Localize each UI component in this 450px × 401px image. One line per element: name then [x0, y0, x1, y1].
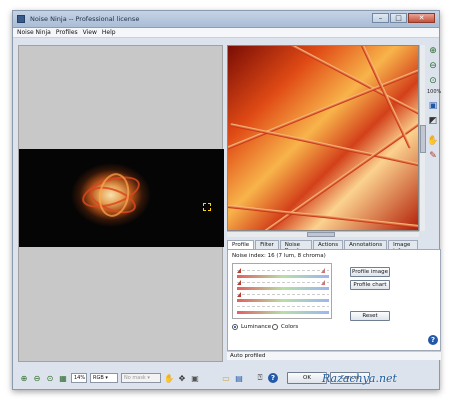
image-tube [230, 123, 418, 172]
zoom-out-icon[interactable]: ⊖ [427, 60, 439, 72]
save-icon[interactable]: ▤ [234, 373, 244, 383]
menu-help[interactable]: Help [102, 29, 116, 36]
tab-filter[interactable]: Filter [255, 240, 279, 249]
menu-noise-ninja[interactable]: Noise Ninja [17, 29, 51, 36]
colors-label: Colors [281, 324, 299, 330]
image-tube [324, 46, 412, 149]
zoom-fit-icon[interactable]: ⊙ [45, 373, 55, 383]
profile-panel: Noise index: 16 (7 lum, 8 chroma) Profil… [227, 249, 441, 351]
window-title: Noise Ninja -- Professional license [30, 15, 140, 23]
tab-actions[interactable]: Actions [313, 240, 344, 249]
menu-profiles[interactable]: Profiles [56, 29, 78, 36]
zoom-out-icon[interactable]: ⊖ [32, 373, 42, 383]
mask-select[interactable]: No mask ▾ [121, 373, 161, 383]
close-button[interactable]: ✕ [408, 13, 435, 23]
fit-window-icon[interactable]: ▦ [58, 373, 68, 383]
mask-value: No mask [124, 375, 146, 381]
overview-pane[interactable] [18, 45, 224, 362]
tab-profile[interactable]: Profile [227, 240, 255, 249]
profile-chart-button[interactable]: Profile chart [350, 280, 390, 290]
zoom-level: 100% [427, 89, 442, 95]
context-help-icon[interactable]: ⍰ [255, 373, 265, 383]
help-icon[interactable]: ? [268, 373, 278, 383]
zoom-fit-icon[interactable]: ⊙ [427, 75, 439, 87]
color-mode-select[interactable]: RGB ▾ [90, 373, 118, 383]
reset-button[interactable]: Reset [350, 311, 390, 321]
help-icon[interactable]: ? [428, 335, 438, 345]
graph-gridline [237, 306, 329, 307]
hand-icon[interactable]: ✋ [164, 373, 174, 383]
ok-button[interactable]: OK [287, 372, 327, 384]
zoom-percent-field[interactable]: 14% [71, 373, 87, 383]
graph-color-band [237, 299, 329, 302]
preview-toggle-icon[interactable]: ▣ [190, 373, 200, 383]
noise-index-label: Noise index: 16 (7 lum, 8 chroma) [232, 253, 326, 259]
color-mode-value: RGB [93, 375, 104, 381]
watermark: Razachya.net [322, 372, 397, 385]
graph-marker[interactable] [237, 280, 241, 285]
graph-color-band [237, 311, 329, 314]
status-bar: Auto profiled [227, 351, 441, 360]
overview-image[interactable] [19, 149, 224, 247]
colors-radio[interactable]: Colors [272, 324, 298, 330]
tab-noise-brush[interactable]: Noise Brush [279, 240, 313, 254]
app-icon [17, 15, 25, 23]
zoom-in-icon[interactable]: ⊕ [427, 45, 439, 57]
zoom-in-icon[interactable]: ⊕ [19, 373, 29, 383]
preview-vertical-scrollbar[interactable] [419, 45, 426, 231]
luminance-label: Luminance [241, 324, 272, 330]
radio-dot [232, 324, 238, 330]
graph-color-band [237, 275, 329, 278]
graph-marker[interactable] [321, 268, 325, 273]
graph-gridline [237, 270, 329, 271]
menu-view[interactable]: View [83, 29, 97, 36]
title-bar: Noise Ninja -- Professional license – □ … [13, 11, 439, 28]
scrollbar-thumb[interactable] [420, 125, 426, 153]
graph-marker[interactable] [237, 268, 241, 273]
image-tube [228, 202, 418, 230]
graph-marker[interactable] [237, 292, 241, 297]
hand-icon[interactable]: ✋ [427, 135, 439, 147]
preview-horizontal-scrollbar[interactable] [227, 231, 419, 237]
minimize-button[interactable]: – [372, 13, 389, 23]
graph-gridline [237, 282, 329, 283]
maximize-button[interactable]: □ [390, 13, 407, 23]
preview-selection-box[interactable] [203, 203, 211, 211]
preview-pane[interactable] [227, 45, 419, 231]
brush-icon[interactable]: ✎ [427, 150, 439, 162]
split-view-icon[interactable]: ▣ [427, 100, 439, 112]
compare-icon[interactable]: ◩ [427, 115, 439, 127]
scrollbar-thumb[interactable] [307, 232, 335, 237]
profile-image-button[interactable]: Profile image [350, 267, 390, 277]
luminance-radio[interactable]: Luminance [232, 324, 271, 330]
right-toolbar: ⊕ ⊖ ⊙ 100% ▣ ◩ ✋ ✎ [427, 45, 441, 175]
tab-image-info[interactable]: Image info [388, 240, 418, 254]
app-window: Noise Ninja -- Professional license – □ … [12, 10, 441, 390]
radio-dot [272, 324, 278, 330]
graph-color-band [237, 287, 329, 290]
menu-bar: Noise Ninja Profiles View Help [13, 28, 439, 38]
noise-profile-graph[interactable] [232, 263, 332, 319]
tab-bar: Profile Filter Noise Brush Actions Annot… [227, 240, 419, 254]
move-icon[interactable]: ✥ [177, 373, 187, 383]
graph-gridline [237, 294, 329, 295]
open-folder-icon[interactable]: ▭ [221, 373, 231, 383]
graph-marker[interactable] [321, 280, 325, 285]
tab-annotations[interactable]: Annotations [344, 240, 388, 249]
